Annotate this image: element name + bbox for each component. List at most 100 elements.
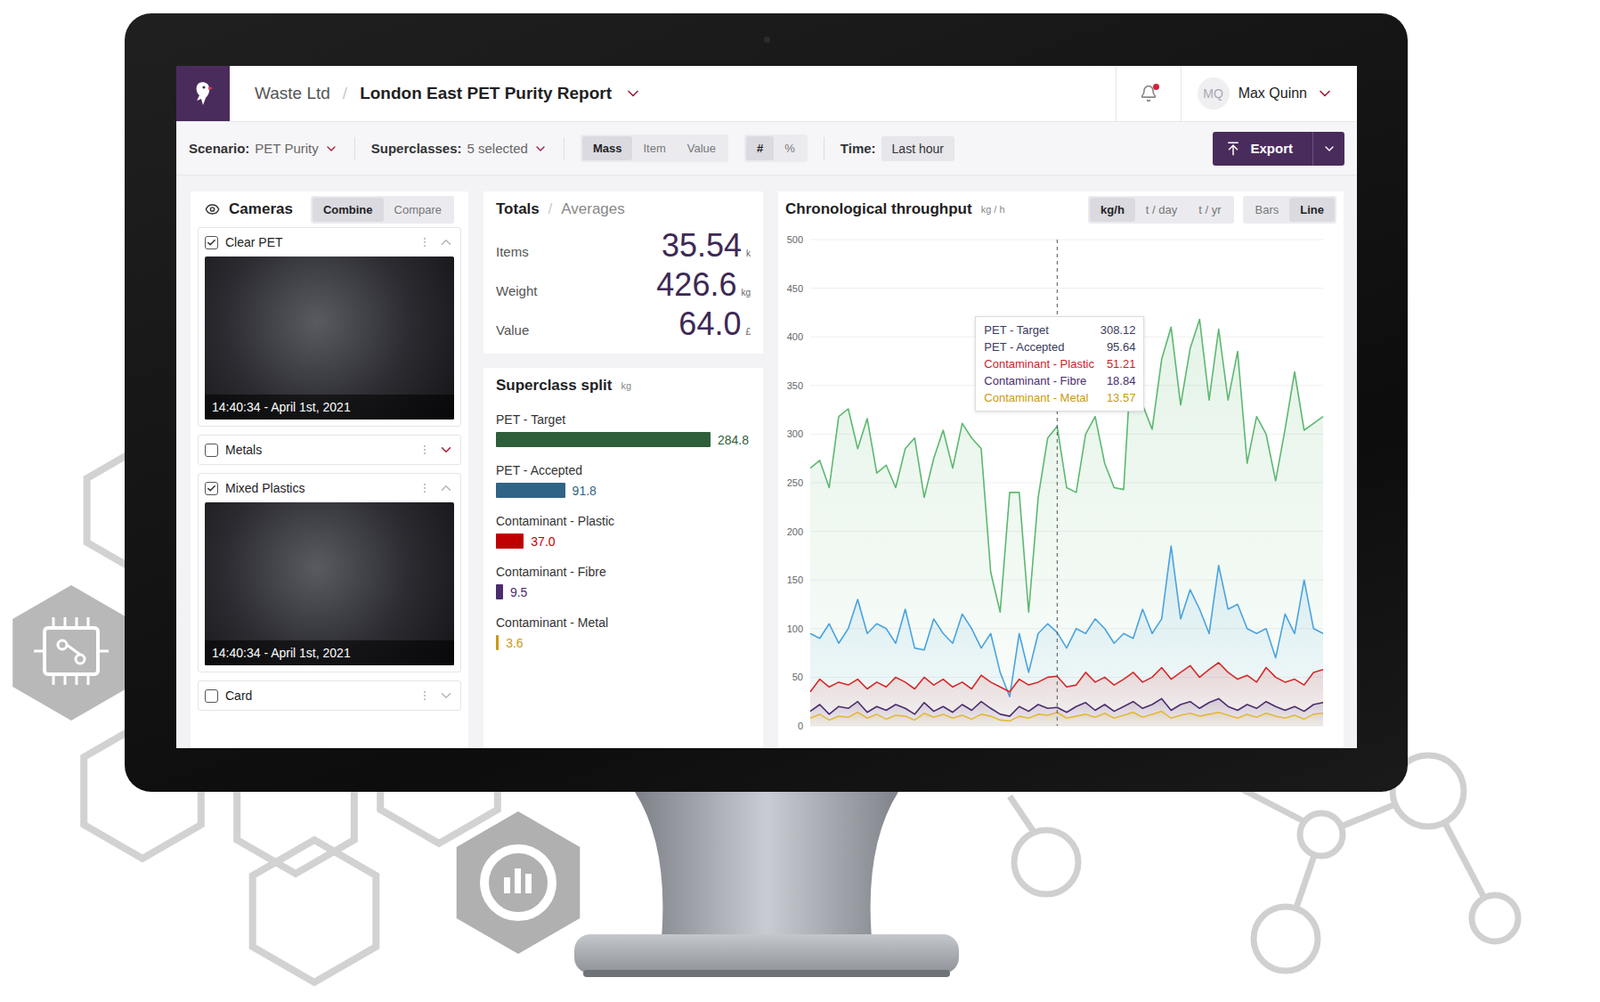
camera-timestamp: 14:40:34 - April 1st, 2021 [204,394,455,420]
tooltip-row: Contaminant - Fibre18.84 [983,373,1136,388]
segment-option[interactable]: t / day [1135,197,1188,222]
series-line [810,319,1324,613]
chart-series [810,711,1324,726]
more-icon[interactable] [418,443,431,456]
notifications-button[interactable] [1115,65,1182,122]
more-icon[interactable] [418,235,431,249]
segment-option[interactable]: Line [1289,197,1335,222]
split-item: PET - Accepted91.8 [495,462,751,498]
tooltip-row: Contaminant - Metal13.57 [983,390,1136,405]
camera-list: Clear PET 14:40:34 - April 1st, 2021 Metal… [197,227,462,711]
more-icon[interactable] [418,481,431,495]
camera-checkbox[interactable] [204,689,219,703]
export-menu-button[interactable] [1312,131,1345,166]
y-axis-tick: 500 [787,234,1324,245]
check-icon [206,483,217,494]
user-chevron-icon [1315,84,1334,103]
tooltip-row: Contaminant - Plastic51.21 [983,357,1136,371]
chart-type-toggle: BarsLine [1242,195,1337,224]
camera-frame: 14:40:34 - April 1st, 2021 [204,256,455,420]
webcam-icon [763,36,771,43]
camera-header[interactable]: Mixed Plastics [204,473,455,503]
chart-series [810,698,1324,726]
upload-icon [1225,140,1242,157]
camera-header[interactable]: Card [204,681,455,710]
unit-toggle: #% [744,134,808,163]
company-link[interactable]: Waste Ltd [254,83,331,104]
series-line [810,662,1324,692]
chart-series [810,545,1324,726]
chart-area: 500450400350300250200150100500PET - Targ… [778,227,1331,739]
totals-tab[interactable]: Averages [560,200,626,219]
svg-text:200: 200 [787,526,804,537]
superclass-split-card: Superclass splitkgPET - Target284.8PET -… [483,367,764,748]
monitor-stand [570,791,963,985]
svg-text:400: 400 [787,331,804,342]
camera-header[interactable]: Clear PET [204,227,455,257]
monitor: Waste Ltd/London East PET Purity ReportM… [124,0,1408,985]
segment-option[interactable]: Item [632,136,676,161]
user-name: Max Quinn [1238,85,1308,102]
measure-toggle: MassItemValue [580,134,729,163]
segment-option[interactable]: Compare [383,197,453,222]
svg-text:300: 300 [787,428,804,439]
avatar: MQ [1197,77,1230,110]
segment-option[interactable]: Bars [1244,197,1291,222]
camera-header[interactable]: Metals [204,435,455,464]
expand-chevron-icon[interactable] [438,687,455,704]
scale-toggle: kg/ht / dayt / yr [1088,195,1234,224]
svg-text:500: 500 [787,234,804,245]
camera-checkbox[interactable] [204,443,219,457]
camera-card: Card [197,680,462,711]
segment-option[interactable]: Mass [582,136,634,161]
report-title[interactable]: London East PET Purity Report [359,83,612,104]
eye-icon[interactable] [204,200,220,219]
user-menu[interactable]: MQ Max Quinn [1181,65,1357,122]
expand-chevron-icon[interactable] [438,441,455,458]
chevron-icon [1322,141,1337,156]
expand-chevron-icon[interactable] [438,479,455,496]
divider [563,137,565,161]
page: Waste Ltd/London East PET Purity ReportM… [0,0,1600,1002]
camera-card: Mixed Plastics14:40:34 - April 1st, 2021 [197,472,462,673]
camera-checkbox[interactable] [204,481,219,496]
split-item: Contaminant - Metal3.6 [495,615,751,650]
chevron-icon [324,141,339,156]
svg-text:150: 150 [787,574,804,585]
segment-option[interactable]: Value [676,136,727,161]
split-item: PET - Target284.8 [495,412,751,447]
segment-option[interactable]: kg/h [1089,197,1136,222]
panel-header: Superclass splitkg [488,367,758,404]
report-chevron-icon[interactable] [624,84,642,103]
segment-option[interactable]: # [746,136,774,161]
totals-tab[interactable]: Totals [495,200,540,219]
divider [823,137,825,161]
svg-text:100: 100 [787,623,804,634]
monitor-bezel: Waste Ltd/London East PET Purity ReportM… [124,13,1408,792]
svg-text:250: 250 [787,477,804,488]
chevron-icon [533,141,548,156]
more-icon[interactable] [418,689,431,702]
throughput-chart[interactable]: 500450400350300250200150100500 [778,227,1331,739]
chart-icon [456,811,581,954]
totals-row: Weight426.6kg [488,266,758,306]
segment-option[interactable]: % [773,136,806,161]
superclasses-select[interactable]: Superclasses:5 selected [371,140,548,156]
hover-line [1056,239,1058,726]
split-list: PET - Target284.8 PET - Accepted91.8 Conta… [488,403,758,650]
svg-text:450: 450 [787,283,804,294]
scenario-select[interactable]: Scenario:PET Purity [188,140,339,156]
expand-chevron-icon[interactable] [438,234,455,251]
time-select[interactable]: Time:Last hour [840,136,955,162]
camera-checkbox[interactable] [204,235,219,250]
segment-option[interactable]: Combine [312,197,384,222]
throughput-panel: Chronological throughputkg / hkg/ht / da… [778,191,1344,748]
app-header: Waste Ltd/London East PET Purity ReportM… [176,65,1357,122]
segment-option[interactable]: t / yr [1187,197,1232,222]
svg-text:350: 350 [787,380,804,391]
logo[interactable] [176,65,230,122]
totals-row: Value64.0£ [488,305,758,345]
dashboard: CamerasCombineCompareClear PET14:40:34 -… [176,175,1357,748]
camera-frame: 14:40:34 - April 1st, 2021 [204,502,455,666]
export-button[interactable]: Export [1212,131,1313,166]
